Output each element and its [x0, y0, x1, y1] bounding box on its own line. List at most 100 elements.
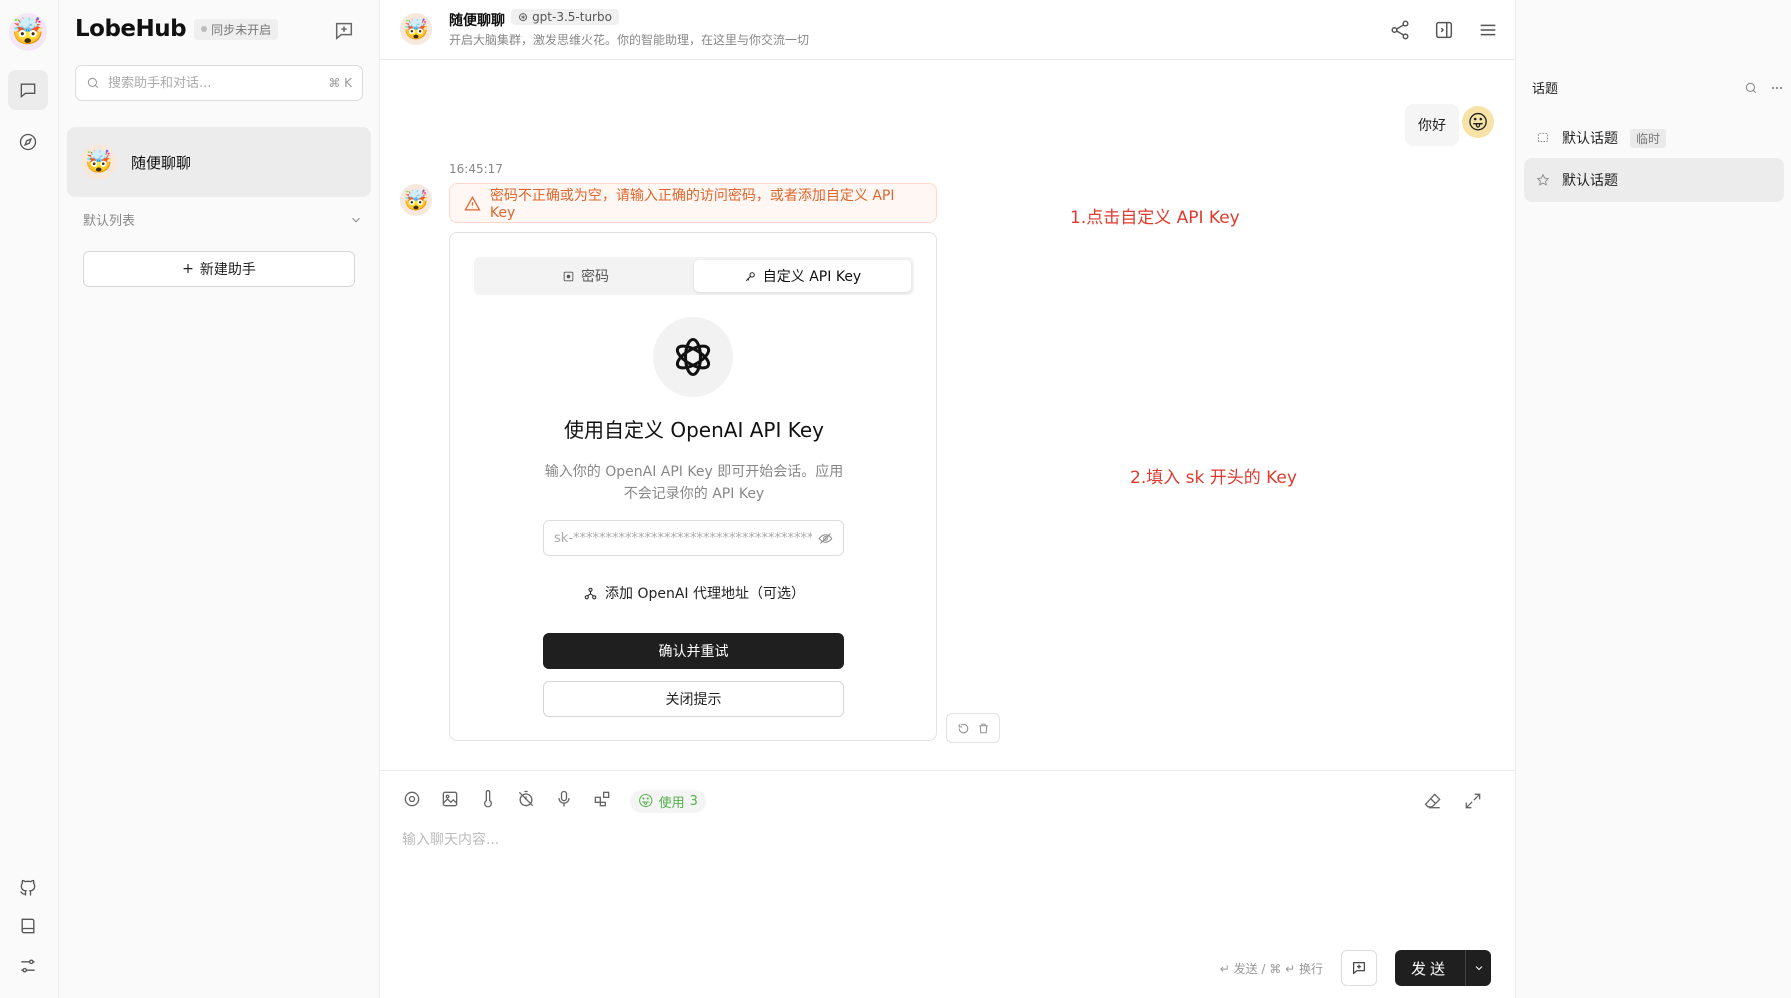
message-plus-icon	[335, 22, 353, 40]
message-actions	[946, 713, 1000, 743]
send-button[interactable]: 发送	[1394, 950, 1465, 986]
compass-icon	[19, 133, 37, 151]
user-message: 你好	[1405, 104, 1459, 146]
github-button[interactable]	[8, 868, 48, 908]
tab-password-label: 密码	[581, 269, 609, 285]
sync-status-label: 同步未开启	[211, 22, 272, 37]
usage-count: 3	[689, 793, 698, 809]
eraser-icon[interactable]	[1423, 791, 1443, 811]
send-button-group: 发送	[1394, 950, 1491, 986]
input-toolbar-right	[1423, 791, 1483, 811]
nav-chat-button[interactable]	[8, 70, 48, 110]
new-topic-button[interactable]	[1340, 950, 1377, 986]
history-limit-button[interactable]	[516, 789, 536, 813]
session-avatar: 🤯	[81, 144, 117, 180]
chat-header: 🤯 随便聊聊 ⊛ gpt-3.5-turbo 开启大脑集群，激发思维火花。你的智…	[380, 0, 1515, 60]
docs-button[interactable]	[8, 906, 48, 946]
card-title: 使用自定义 OpenAI API Key	[564, 418, 824, 442]
network-icon	[584, 587, 597, 599]
settings-sliders-icon	[21, 959, 35, 973]
settings-button[interactable]	[8, 946, 48, 986]
menu-icon[interactable]	[1477, 19, 1499, 41]
plugins-button[interactable]	[592, 789, 612, 813]
warning-icon	[464, 195, 481, 210]
nav-discover-button[interactable]	[8, 122, 48, 162]
brand: LobeHub 同步未开启	[75, 16, 279, 42]
session-name: 随便聊聊	[131, 153, 192, 172]
status-dot	[201, 26, 208, 32]
topic-item[interactable]: 默认话题	[1524, 158, 1784, 202]
search-icon	[87, 77, 99, 89]
share-icon[interactable]	[1389, 19, 1411, 41]
topics-panel: 话题 默认话题 临时 默认话题	[1515, 0, 1791, 998]
key-icon	[745, 271, 755, 281]
usage-badge[interactable]: 😛 使用 3	[630, 789, 706, 813]
topic-label: 默认话题	[1562, 131, 1618, 147]
send-options-button[interactable]	[1465, 950, 1491, 986]
search-icon[interactable]	[1744, 81, 1758, 95]
trash-icon[interactable]	[977, 722, 990, 735]
tab-custom-api-key[interactable]: 自定义 API Key	[694, 260, 911, 292]
topic-label: 默认话题	[1562, 173, 1618, 189]
topics-header: 话题	[1532, 78, 1784, 97]
message-plus-icon	[1353, 962, 1365, 975]
topic-item[interactable]: 默认话题 临时	[1524, 116, 1784, 160]
group-label: 默认列表	[83, 214, 136, 229]
temperature-button[interactable]	[478, 789, 498, 813]
chevron-down-icon	[352, 217, 360, 222]
session-item[interactable]: 🤯 随便聊聊	[67, 127, 371, 197]
api-key-input[interactable]	[554, 530, 812, 546]
star-icon[interactable]	[1536, 173, 1550, 187]
sync-status-badge[interactable]: 同步未开启	[194, 18, 279, 40]
header-actions	[1389, 0, 1515, 60]
brain-icon	[404, 791, 420, 807]
eye-off-icon[interactable]	[818, 531, 833, 546]
openai-small-icon: ⊛	[518, 10, 529, 24]
proxy-link-label: 添加 OpenAI 代理地址（可选）	[605, 586, 805, 602]
openai-logo-icon	[653, 317, 733, 397]
usage-emoji-icon: 😛	[638, 792, 654, 810]
session-search[interactable]: ⌘ K	[75, 65, 363, 101]
voice-input-button[interactable]	[554, 789, 574, 813]
annotation-step1: 1.点击自定义 API Key	[1070, 208, 1240, 228]
user-message-avatar: 😛	[1462, 106, 1494, 138]
confirm-retry-button[interactable]: 确认并重试	[543, 633, 844, 669]
model-tag[interactable]: ⊛ gpt-3.5-turbo	[511, 9, 619, 25]
more-icon[interactable]	[1770, 81, 1784, 95]
chevron-down-icon	[1475, 966, 1482, 971]
book-icon	[21, 918, 35, 934]
regenerate-icon[interactable]	[957, 722, 970, 735]
input-toolbar: 😛 使用 3	[402, 789, 706, 813]
panel-toggle-icon[interactable]	[1433, 19, 1455, 41]
chat-input[interactable]	[402, 829, 1492, 929]
close-tip-button[interactable]: 关闭提示	[543, 681, 844, 717]
upload-image-button[interactable]	[440, 789, 460, 813]
add-assistant-button[interactable]: + 新建助手	[83, 251, 355, 287]
shortcut-hint: ↵ 发送 / ⌘ ↵ 换行	[1219, 961, 1323, 976]
chat-title: 随便聊聊	[449, 13, 505, 29]
add-proxy-link[interactable]: 添加 OpenAI 代理地址（可选）	[450, 583, 938, 603]
dashed-chat-icon	[1537, 132, 1549, 142]
chat-description: 开启大脑集群，激发思维火花。你的智能助理，在这里与你交流一切	[449, 33, 810, 47]
error-alert: 密码不正确或为空，请输入正确的访问密码，或者添加自定义 API Key	[449, 183, 937, 223]
tab-password[interactable]: 密码	[477, 260, 694, 292]
search-shortcut: ⌘ K	[328, 76, 352, 90]
api-key-field[interactable]	[543, 520, 844, 556]
usage-label: 使用	[658, 795, 685, 811]
auth-mode-tabs: 密码 自定义 API Key	[474, 257, 914, 295]
topics-title: 话题	[1532, 82, 1559, 97]
user-avatar[interactable]: 🤯	[9, 13, 47, 51]
expand-icon[interactable]	[1463, 791, 1483, 811]
model-settings-button[interactable]	[402, 789, 422, 813]
add-assistant-label: 新建助手	[199, 262, 256, 278]
thermometer-icon	[484, 790, 492, 808]
puzzle-icon	[594, 791, 610, 807]
group-header[interactable]: 默认列表	[83, 210, 363, 229]
assistant-header-avatar[interactable]: 🤯	[400, 13, 432, 45]
image-icon	[442, 791, 458, 807]
chat-main: 🤯 随便聊聊 ⊛ gpt-3.5-turbo 开启大脑集群，激发思维火花。你的智…	[380, 0, 1515, 998]
microphone-icon	[558, 790, 570, 807]
session-panel: LobeHub 同步未开启 ⌘ K 🤯 随便聊聊 默认列表 + 新建助手	[59, 0, 380, 998]
search-input[interactable]	[108, 75, 321, 91]
new-chat-button[interactable]	[333, 20, 357, 44]
